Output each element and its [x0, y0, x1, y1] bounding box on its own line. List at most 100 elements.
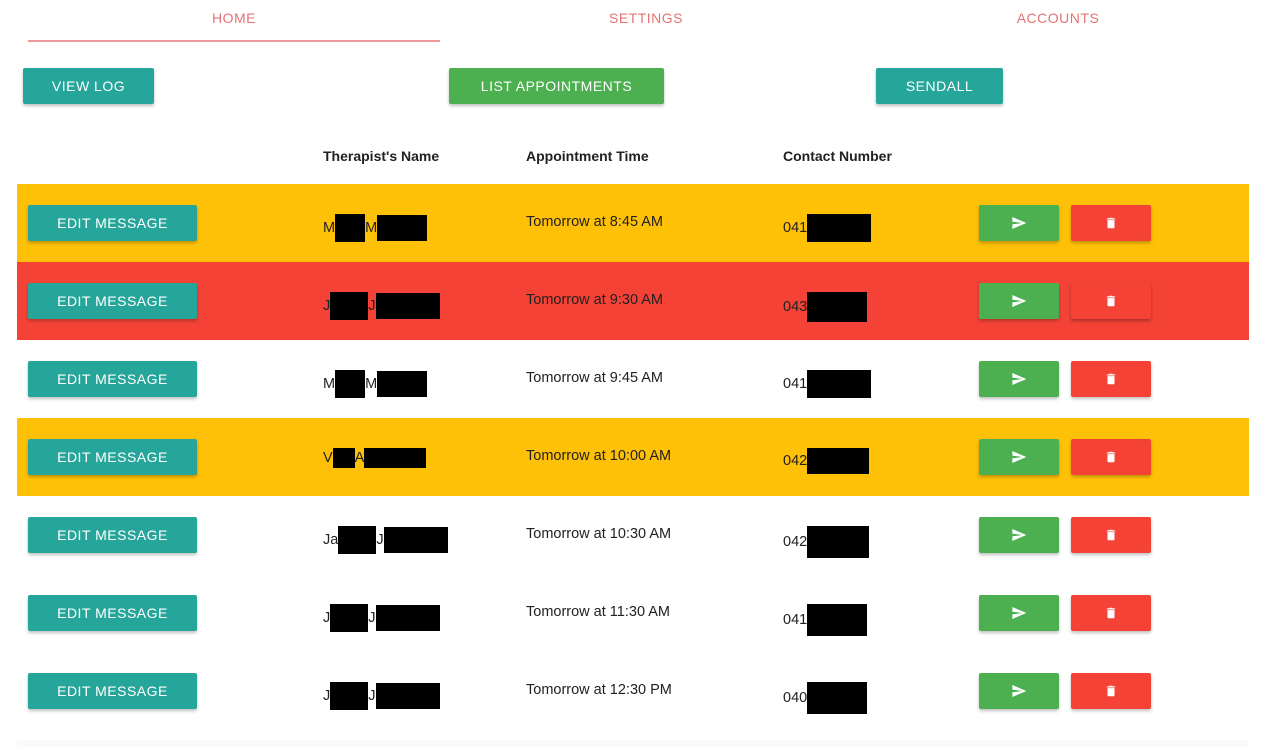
contact-prefix: 040: [783, 689, 808, 706]
send-button[interactable]: [979, 283, 1059, 319]
table-row: EDIT MESSAGE J J Tomorrow at 9:30 AM 043: [17, 262, 1249, 340]
therapist-name: VA: [323, 448, 427, 468]
active-tab-indicator: [28, 40, 440, 42]
table-row: EDIT MESSAGE J J Tomorrow at 12:30 PM 040: [17, 652, 1249, 730]
send-button[interactable]: [979, 205, 1059, 241]
redaction-block: [807, 448, 870, 474]
redaction-block: [335, 370, 366, 398]
tab-home[interactable]: HOME: [28, 0, 440, 42]
table-row: EDIT MESSAGE M M Tomorrow at 8:45 AM 041: [17, 184, 1249, 262]
therapist-name: Ja J: [323, 526, 448, 554]
table-row: EDIT MESSAGE J J Tomorrow at 11:30 AM 041: [17, 574, 1249, 652]
name-initial: J: [368, 609, 376, 626]
sendall-button[interactable]: SENDALL: [876, 68, 1003, 104]
redaction-block: [377, 215, 428, 241]
delete-button[interactable]: [1071, 595, 1151, 631]
table-row: EDIT MESSAGE M M Tomorrow at 9:45 AM 041: [17, 340, 1249, 418]
trash-icon: [1104, 449, 1118, 465]
therapist-name: JJ: [323, 604, 440, 632]
contact-prefix: 041: [783, 375, 808, 392]
contact-prefix: 042: [783, 533, 808, 550]
name-initial: M: [365, 219, 378, 236]
redaction-block: [332, 448, 355, 468]
redaction-block: [807, 682, 868, 714]
contact-number: 042: [783, 448, 870, 474]
tab-bar: HOME SETTINGS ACCOUNTS: [28, 0, 1264, 42]
appointment-time: Tomorrow at 10:30 AM: [526, 526, 672, 542]
redaction-block: [330, 604, 369, 632]
trash-icon: [1104, 215, 1118, 231]
delete-button[interactable]: [1071, 361, 1151, 397]
send-icon: [1010, 371, 1028, 387]
name-initial: J: [323, 297, 331, 314]
send-icon: [1010, 215, 1028, 231]
contact-prefix: 041: [783, 611, 808, 628]
appointment-time: Tomorrow at 8:45 AM: [526, 214, 663, 230]
redaction-block: [807, 370, 872, 398]
edit-message-button[interactable]: EDIT MESSAGE: [28, 517, 197, 553]
trash-icon: [1104, 293, 1118, 309]
redaction-block: [807, 604, 868, 636]
edit-message-button[interactable]: EDIT MESSAGE: [28, 283, 197, 319]
therapist-name: JJ: [323, 682, 440, 710]
contact-number: 041: [783, 370, 872, 398]
name-initial: M: [365, 375, 378, 392]
edit-message-button[interactable]: EDIT MESSAGE: [28, 595, 197, 631]
contact-number: 043: [783, 292, 868, 322]
name-initial: J: [376, 531, 384, 548]
edit-message-button[interactable]: EDIT MESSAGE: [28, 673, 197, 709]
redaction-block: [383, 527, 448, 553]
table-row: EDIT MESSAGE V A Tomorrow at 10:00 AM 042: [17, 418, 1249, 496]
send-button[interactable]: [979, 595, 1059, 631]
delete-button[interactable]: [1071, 517, 1151, 553]
name-initial: A: [354, 449, 365, 466]
contact-prefix: 041: [783, 219, 808, 236]
redaction-block: [330, 292, 369, 320]
delete-button[interactable]: [1071, 439, 1151, 475]
therapist-name: MM: [323, 370, 428, 398]
send-button[interactable]: [979, 517, 1059, 553]
appointment-time: Tomorrow at 10:00 AM: [526, 448, 672, 464]
delete-button[interactable]: [1071, 673, 1151, 709]
therapist-name: MM: [323, 214, 428, 242]
appointment-time: Tomorrow at 11:30 AM: [526, 604, 670, 620]
name-initial: J: [368, 687, 376, 704]
redaction-block: [807, 214, 872, 242]
contact-prefix: 043: [783, 298, 808, 315]
tab-accounts[interactable]: ACCOUNTS: [852, 0, 1264, 42]
delete-button[interactable]: [1071, 283, 1151, 319]
redaction-block: [364, 448, 427, 468]
contact-number: 041: [783, 214, 872, 242]
contact-number: 041: [783, 604, 868, 636]
trash-icon: [1104, 371, 1118, 387]
delete-button[interactable]: [1071, 205, 1151, 241]
trash-icon: [1104, 605, 1118, 621]
send-button[interactable]: [979, 361, 1059, 397]
redaction-block: [330, 682, 369, 710]
view-log-button[interactable]: VIEW LOG: [23, 68, 154, 104]
table-row-partial: [17, 740, 1249, 747]
send-icon: [1010, 449, 1028, 465]
appointments-table: EDIT MESSAGE M M Tomorrow at 8:45 AM 041 EDIT…: [17, 184, 1249, 730]
appointment-time: Tomorrow at 12:30 PM: [526, 682, 672, 698]
edit-message-button[interactable]: EDIT MESSAGE: [28, 439, 197, 475]
trash-icon: [1104, 527, 1118, 543]
name-initial: Ja: [323, 531, 339, 548]
tab-settings[interactable]: SETTINGS: [440, 0, 852, 42]
edit-message-button[interactable]: EDIT MESSAGE: [28, 361, 197, 397]
send-button[interactable]: [979, 673, 1059, 709]
header-contact-number: Contact Number: [783, 148, 892, 164]
edit-message-button[interactable]: EDIT MESSAGE: [28, 205, 197, 241]
table-row: EDIT MESSAGE Ja J Tomorrow at 10:30 AM 042: [17, 496, 1249, 574]
contact-prefix: 042: [783, 452, 808, 469]
send-icon: [1010, 293, 1028, 309]
header-appointment-time: Appointment Time: [526, 148, 649, 164]
list-appointments-button[interactable]: LIST APPOINTMENTS: [449, 68, 664, 104]
header-therapist-name: Therapist's Name: [323, 148, 440, 164]
redaction-block: [375, 293, 440, 319]
redaction-block: [375, 605, 440, 631]
name-initial: V: [323, 449, 333, 466]
send-button[interactable]: [979, 439, 1059, 475]
send-icon: [1010, 683, 1028, 699]
redaction-block: [335, 214, 366, 242]
